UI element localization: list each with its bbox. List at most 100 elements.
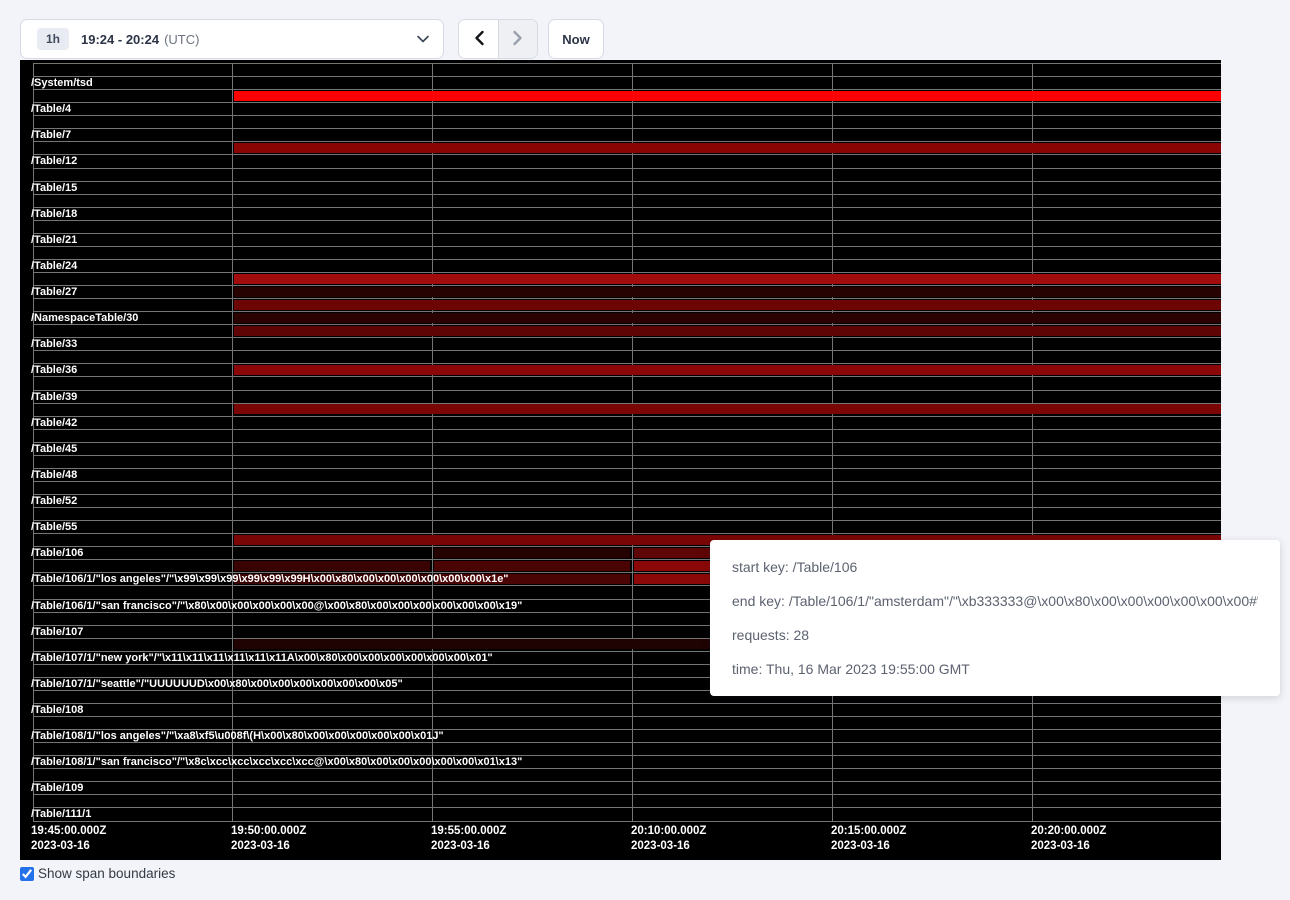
span-boundary-line — [33, 703, 1221, 704]
span-boundary-line — [33, 350, 1221, 351]
key-visualizer-page: { "toolbar": { "preset": "1h", "range": … — [0, 0, 1290, 900]
chevron-left-icon — [473, 30, 485, 49]
now-button[interactable]: Now — [548, 19, 604, 59]
key-span-label: /Table/4 — [31, 103, 71, 115]
heatmap-hot-cell[interactable] — [234, 143, 1221, 153]
span-boundary-line — [33, 716, 1221, 717]
key-span-label: /Table/18 — [31, 208, 77, 220]
key-span-label: /Table/106/1/"san francisco"/"\x80\x00\x… — [31, 600, 522, 612]
span-tooltip: start key: /Table/106 end key: /Table/10… — [710, 540, 1280, 696]
span-boundary-line — [33, 807, 1221, 808]
key-span-label: /NamespaceTable/30 — [31, 312, 138, 324]
span-boundary-line — [33, 259, 1221, 260]
time-bucket-line — [432, 63, 433, 821]
x-axis-date-label: 2023-03-16 — [31, 839, 90, 854]
time-bucket-line — [1032, 63, 1033, 821]
span-boundary-line — [33, 455, 1221, 456]
key-span-label: /Table/55 — [31, 521, 77, 533]
key-span-label: /Table/107/1/"new york"/"\x11\x11\x11\x1… — [31, 652, 493, 664]
next-interval-button[interactable] — [498, 20, 537, 58]
span-boundary-line — [33, 102, 1221, 103]
span-boundary-line — [33, 128, 1221, 129]
key-span-label: /Table/111/1 — [31, 808, 91, 820]
key-span-label: /Table/15 — [31, 182, 77, 194]
key-span-label: /Table/24 — [31, 260, 77, 272]
x-axis-date-label: 2023-03-16 — [231, 839, 290, 854]
heatmap-hot-cell[interactable] — [234, 326, 1221, 336]
tooltip-requests: requests: 28 — [732, 626, 1258, 645]
heatmap-hot-cell[interactable] — [234, 561, 430, 571]
key-span-label: /Table/33 — [31, 338, 77, 350]
span-boundary-line — [33, 220, 1221, 221]
x-axis-date-label: 2023-03-16 — [631, 839, 690, 854]
span-boundary-line — [33, 181, 1221, 182]
span-boundary-line — [33, 520, 1221, 521]
x-axis-time-label: 20:20:00.000Z — [1031, 824, 1106, 838]
key-span-label: /Table/21 — [31, 234, 77, 246]
heatmap-hot-cell[interactable] — [434, 548, 630, 558]
time-range-dropdown[interactable]: 1h 19:24 - 20:24 (UTC) — [20, 19, 444, 59]
key-span-label: /Table/12 — [31, 155, 77, 167]
show-span-boundaries-toggle[interactable]: Show span boundaries — [20, 866, 175, 881]
span-boundary-line — [33, 168, 1221, 169]
time-bucket-line — [832, 63, 833, 821]
span-boundary-line — [33, 507, 1221, 508]
key-visualizer-heatmap[interactable]: /System/tsd/Table/4/Table/7/Table/12/Tab… — [20, 60, 1221, 860]
previous-interval-button[interactable] — [459, 20, 498, 58]
chevron-right-icon — [512, 30, 524, 49]
key-span-label: /Table/39 — [31, 391, 77, 403]
key-span-label: /Table/7 — [31, 129, 71, 141]
x-axis-date-label: 2023-03-16 — [831, 839, 890, 854]
heatmap-hot-cell[interactable] — [234, 404, 1221, 414]
tooltip-end-key: end key: /Table/106/1/"amsterdam"/"\xb33… — [732, 592, 1258, 611]
key-span-label: /Table/27 — [31, 286, 77, 298]
key-span-label: /Table/108/1/"san francisco"/"\x8c\xcc\x… — [31, 756, 522, 768]
span-boundaries-checkbox[interactable] — [20, 867, 34, 881]
key-span-label: /Table/52 — [31, 495, 77, 507]
chevron-down-icon — [417, 30, 429, 48]
x-axis-date-label: 2023-03-16 — [1031, 839, 1090, 854]
span-boundary-line — [33, 233, 1221, 234]
span-boundary-line — [33, 442, 1221, 443]
toolbar: 1h 19:24 - 20:24 (UTC) Now — [20, 19, 604, 59]
span-boundary-line — [33, 115, 1221, 116]
time-zone-label: (UTC) — [164, 32, 199, 47]
heatmap-hot-cell[interactable] — [234, 365, 1221, 375]
key-span-label: /System/tsd — [31, 77, 93, 89]
x-axis-time-label: 19:55:00.000Z — [431, 824, 506, 838]
heatmap-hot-cell[interactable] — [234, 274, 1221, 284]
x-axis-time-label: 20:10:00.000Z — [631, 824, 706, 838]
time-range-label: 19:24 - 20:24 — [81, 32, 159, 47]
span-boundary-line — [33, 821, 1221, 822]
time-bucket-line — [632, 63, 633, 821]
span-boundary-line — [33, 468, 1221, 469]
span-boundary-line — [33, 481, 1221, 482]
key-span-label: /Table/106/1/"los angeles"/"\x99\x99\x99… — [31, 573, 509, 585]
span-boundary-line — [33, 742, 1221, 743]
span-boundary-line — [33, 194, 1221, 195]
heatmap-hot-cell[interactable] — [234, 91, 1221, 101]
x-axis-date-label: 2023-03-16 — [431, 839, 490, 854]
span-boundaries-label: Show span boundaries — [38, 866, 175, 881]
heatmap-hot-cell[interactable] — [234, 313, 1221, 323]
span-boundary-line — [33, 154, 1221, 155]
span-boundary-line — [33, 768, 1221, 769]
heatmap-hot-cell[interactable] — [234, 287, 1221, 297]
key-span-label: /Table/107 — [31, 626, 83, 638]
span-boundary-line — [33, 337, 1221, 338]
key-span-label: /Table/45 — [31, 443, 77, 455]
key-span-label: /Table/108 — [31, 704, 83, 716]
key-span-label: /Table/42 — [31, 417, 77, 429]
span-boundary-line — [33, 376, 1221, 377]
key-span-label: /Table/107/1/"seattle"/"UUUUUUD\x00\x80\… — [31, 678, 403, 690]
key-span-label: /Table/108/1/"los angeles"/"\xa8\xf5\u00… — [31, 730, 444, 742]
span-boundary-line — [33, 416, 1221, 417]
heatmap-hot-cell[interactable] — [434, 561, 630, 571]
time-bucket-line — [232, 63, 233, 821]
span-boundary-line — [33, 63, 1221, 64]
span-boundary-line — [33, 246, 1221, 247]
heatmap-hot-cell[interactable] — [234, 300, 1221, 310]
span-boundary-line — [33, 494, 1221, 495]
time-nav-group — [458, 19, 538, 59]
x-axis-time-label: 19:45:00.000Z — [31, 824, 106, 838]
